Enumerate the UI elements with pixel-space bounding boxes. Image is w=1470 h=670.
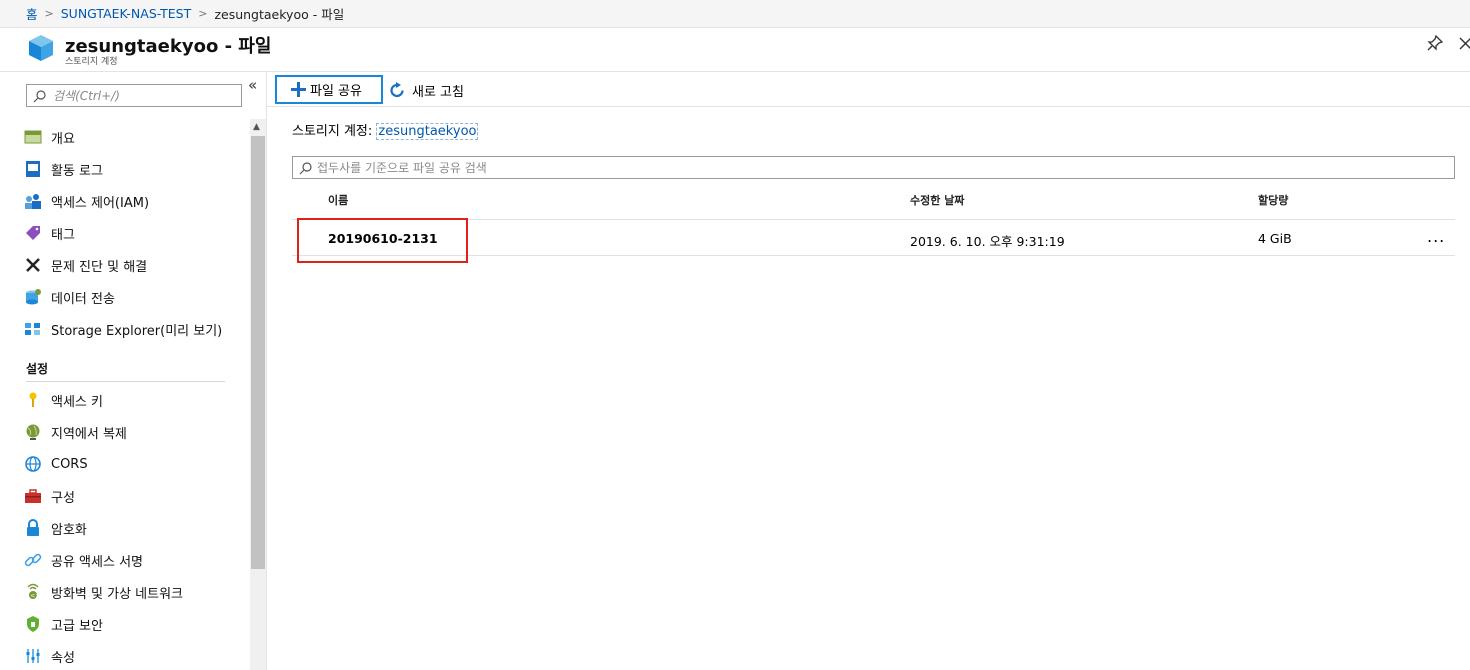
- sidebar-item-label: 개요: [51, 131, 75, 147]
- main-content: 파일 공유 새로 고침 스토리지 계정: zesungtaekyoo 이름 수정…: [267, 72, 1470, 670]
- sidebar-item-label: 지역에서 복제: [51, 426, 127, 442]
- breadcrumb-home-link[interactable]: 홈: [26, 4, 38, 23]
- refresh-label: 새로 고침: [412, 84, 464, 100]
- sidebar-search-input[interactable]: [53, 88, 233, 103]
- command-bar: 파일 공유 새로 고침: [267, 72, 1470, 107]
- svg-text:<>: <>: [30, 593, 40, 600]
- storage-explorer-icon: [25, 323, 40, 335]
- chevron-right-icon: >: [44, 7, 54, 20]
- toolbox-icon: [25, 489, 41, 503]
- sidebar-item-label: 액세스 제어(IAM): [51, 195, 150, 211]
- sidebar-item-label: 데이터 전송: [51, 291, 115, 307]
- sidebar-item-label: 암호화: [51, 522, 87, 538]
- sidebar-item-configuration[interactable]: 구성: [24, 484, 75, 508]
- sidebar-item-label: 액세스 키: [51, 394, 103, 410]
- refresh-button[interactable]: 새로 고침: [389, 79, 464, 101]
- add-file-share-button[interactable]: 파일 공유: [275, 75, 383, 104]
- sidebar-item-diagnose[interactable]: 문제 진단 및 해결: [24, 253, 147, 277]
- overview-icon: [24, 130, 42, 144]
- page-subtitle: 스토리지 계정: [65, 57, 118, 67]
- sidebar-item-iam[interactable]: 액세스 제어(IAM): [24, 189, 149, 213]
- lock-icon: [27, 519, 39, 536]
- sidebar-item-geo-replication[interactable]: 지역에서 복제: [24, 420, 127, 444]
- file-share-quota: 4 GiB: [1258, 231, 1292, 246]
- link-icon: [24, 553, 42, 567]
- breadcrumb: 홈 > SUNGTAEK-NAS-TEST > zesungtaekyoo - …: [0, 0, 1470, 28]
- settings-section-label: 설정: [26, 362, 49, 376]
- globe-icon: [26, 424, 40, 440]
- properties-icon: [26, 649, 40, 663]
- breadcrumb-account-link[interactable]: SUNGTAEK-NAS-TEST: [61, 6, 192, 21]
- sidebar-item-label: 고급 보안: [51, 618, 103, 634]
- scrollbar-thumb[interactable]: [251, 136, 265, 569]
- sidebar-item-data-transfer[interactable]: 데이터 전송: [24, 285, 115, 309]
- sidebar-item-sas[interactable]: 공유 액세스 서명: [24, 548, 143, 572]
- file-share-modified: 2019. 6. 10. 오후 9:31:19: [910, 234, 1065, 249]
- sidebar-item-access-keys[interactable]: 액세스 키: [24, 388, 103, 412]
- sidebar-item-label: 방화벽 및 가상 네트워크: [51, 586, 183, 602]
- pin-icon[interactable]: [1426, 34, 1444, 52]
- highlight-annotation-box: [297, 218, 468, 263]
- storage-account-icon: [29, 35, 53, 61]
- file-share-filter-input[interactable]: [317, 160, 917, 175]
- key-icon: [29, 392, 37, 407]
- plus-icon: [291, 82, 306, 97]
- sidebar-search[interactable]: [26, 84, 242, 107]
- add-file-share-label: 파일 공유: [310, 84, 362, 99]
- sidebar-item-label: 속성: [51, 650, 75, 666]
- sidebar-item-storage-explorer[interactable]: Storage Explorer(미리 보기): [24, 317, 222, 341]
- shield-icon: [27, 616, 39, 632]
- collapse-sidebar-icon[interactable]: «: [248, 76, 257, 94]
- sidebar-item-label: CORS: [51, 456, 88, 472]
- refresh-icon: [390, 81, 404, 97]
- sidebar-item-label: 활동 로그: [51, 163, 103, 179]
- sidebar-item-encryption[interactable]: 암호화: [24, 516, 87, 540]
- more-options-icon[interactable]: ...: [1427, 227, 1445, 246]
- sidebar-item-label: 문제 진단 및 해결: [51, 259, 148, 275]
- column-header-quota[interactable]: 할당량: [1258, 192, 1288, 208]
- sidebar-item-firewall[interactable]: <> 방화벽 및 가상 네트워크: [24, 580, 183, 604]
- column-header-name[interactable]: 이름: [328, 192, 348, 208]
- close-icon[interactable]: [1457, 34, 1470, 52]
- sidebar-item-properties[interactable]: 속성: [24, 644, 75, 668]
- firewall-icon: <>: [27, 583, 40, 600]
- tag-icon: [26, 226, 40, 240]
- breadcrumb-current: zesungtaekyoo - 파일: [214, 7, 345, 22]
- file-share-filter[interactable]: [292, 156, 1455, 179]
- activity-log-icon: [26, 161, 40, 177]
- cors-icon: [25, 456, 41, 472]
- storage-account-line: 스토리지 계정: zesungtaekyoo: [292, 120, 479, 140]
- search-icon: [33, 89, 46, 102]
- blade-header: zesungtaekyoo - 파일 스토리지 계정: [0, 28, 1470, 72]
- sidebar-item-label: 태그: [51, 227, 75, 243]
- storage-account-link[interactable]: zesungtaekyoo: [376, 123, 479, 140]
- sidebar-item-cors[interactable]: CORS: [24, 452, 88, 476]
- data-transfer-icon: [26, 289, 41, 305]
- sidebar-item-label: 구성: [51, 490, 75, 506]
- chevron-right-icon: >: [198, 7, 208, 20]
- sidebar-item-activity-log[interactable]: 활동 로그: [24, 157, 103, 181]
- scroll-up-icon[interactable]: ▲: [253, 122, 260, 132]
- column-header-modified[interactable]: 수정한 날짜: [910, 192, 964, 208]
- sidebar: « 개요 활동 로그 액세스 제어(IAM) 태그 문제 진단 및 해결 데이터…: [0, 72, 267, 670]
- section-divider: [26, 381, 225, 382]
- sidebar-item-label: Storage Explorer(미리 보기): [51, 323, 223, 339]
- sidebar-item-overview[interactable]: 개요: [24, 125, 75, 149]
- sidebar-item-label: 공유 액세스 서명: [51, 554, 143, 570]
- sidebar-item-tags[interactable]: 태그: [24, 221, 75, 245]
- search-icon: [299, 161, 312, 174]
- iam-icon: [25, 194, 41, 209]
- sidebar-scrollbar[interactable]: ▲: [250, 119, 266, 670]
- storage-account-label: 스토리지 계정:: [292, 124, 373, 139]
- sidebar-item-advanced-security[interactable]: 고급 보안: [24, 612, 103, 636]
- tools-icon: [26, 258, 40, 272]
